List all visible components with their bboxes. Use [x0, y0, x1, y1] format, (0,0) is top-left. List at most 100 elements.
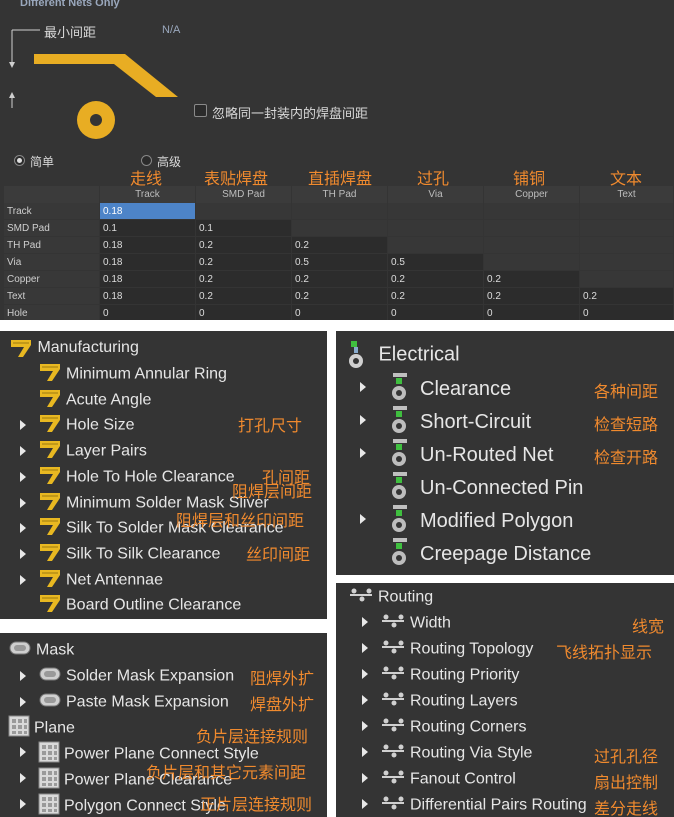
expand-arrow-icon[interactable] — [20, 420, 26, 431]
table-cell[interactable]: 0.1 — [100, 220, 195, 236]
column-header[interactable]: Via — [388, 186, 483, 203]
simple-mode-radio[interactable] — [14, 155, 25, 166]
expand-arrow-icon[interactable] — [362, 617, 368, 627]
expand-arrow-icon[interactable] — [362, 643, 368, 653]
routing-item[interactable]: Routing Corners — [362, 717, 527, 738]
table-cell[interactable]: 0 — [484, 305, 579, 321]
manufacturing-item[interactable]: Silk To Silk Clearance — [20, 541, 220, 568]
column-header[interactable]: TH Pad — [292, 186, 387, 203]
expand-arrow-icon[interactable] — [20, 446, 26, 457]
table-cell[interactable]: 0.18 — [100, 254, 195, 270]
rule-label: Modified Polygon — [420, 510, 574, 532]
expand-arrow-icon[interactable] — [360, 514, 366, 524]
electrical-item[interactable]: Modified Polygon — [360, 504, 574, 539]
mask-rule-icon — [8, 639, 32, 662]
annotation-note: 线宽 — [632, 617, 665, 636]
routing-header[interactable]: Routing — [348, 587, 433, 608]
column-header[interactable]: Copper — [484, 186, 579, 203]
table-cell[interactable]: 0.5 — [388, 254, 483, 270]
column-header[interactable]: Track — [100, 186, 195, 203]
plane-header[interactable]: Plane — [8, 715, 75, 742]
manufacturing-item[interactable]: Hole Size — [20, 412, 134, 439]
expand-arrow-icon[interactable] — [20, 497, 26, 508]
expand-arrow-icon[interactable] — [20, 747, 26, 757]
table-cell[interactable]: 0.18 — [100, 271, 195, 287]
expand-arrow-icon[interactable] — [362, 773, 368, 783]
mask-item[interactable]: Paste Mask Expansion — [20, 691, 229, 714]
expand-arrow-icon[interactable] — [20, 548, 26, 559]
expand-arrow-icon[interactable] — [360, 448, 366, 458]
manufacturing-item[interactable]: Layer Pairs — [20, 438, 147, 465]
table-cell[interactable]: 0.2 — [484, 288, 579, 304]
mask-header[interactable]: Mask — [8, 639, 74, 662]
table-cell[interactable]: 0.2 — [388, 271, 483, 287]
electrical-item[interactable]: Un-Connected Pin — [388, 471, 583, 506]
manufacturing-rule-icon — [38, 490, 62, 517]
expand-arrow-icon[interactable] — [20, 799, 26, 809]
table-cell[interactable]: 0 — [100, 305, 195, 321]
expand-arrow-icon[interactable] — [20, 697, 26, 707]
electrical-item[interactable]: Short-Circuit — [360, 405, 531, 440]
manufacturing-item[interactable]: Hole To Hole Clearance — [20, 464, 235, 491]
table-cell[interactable]: 0.2 — [196, 237, 291, 253]
electrical-rule-icon — [388, 438, 416, 473]
expand-arrow-icon[interactable] — [20, 773, 26, 783]
routing-item[interactable]: Routing Via Style — [362, 743, 532, 764]
column-header[interactable]: SMD Pad — [196, 186, 291, 203]
table-cell[interactable]: 0.2 — [196, 271, 291, 287]
electrical-item[interactable]: Clearance — [360, 372, 511, 407]
expand-arrow-icon[interactable] — [20, 671, 26, 681]
table-cell[interactable]: 0.2 — [292, 271, 387, 287]
routing-item[interactable]: Routing Topology — [362, 639, 534, 660]
expand-arrow-icon[interactable] — [362, 799, 368, 809]
manufacturing-item[interactable]: Net Antennae — [20, 567, 163, 594]
manufacturing-item[interactable]: Acute Angle — [38, 387, 151, 414]
table-cell[interactable]: 0.1 — [196, 220, 291, 236]
table-cell — [484, 254, 579, 270]
table-cell[interactable]: 0.2 — [196, 288, 291, 304]
table-cell[interactable]: 0.2 — [484, 271, 579, 287]
routing-item[interactable]: Width — [362, 613, 451, 634]
ignore-same-footprint-checkbox[interactable] — [194, 104, 207, 117]
table-cell[interactable]: 0.18 — [100, 288, 195, 304]
routing-item[interactable]: Routing Priority — [362, 665, 519, 686]
expand-arrow-icon[interactable] — [362, 695, 368, 705]
manufacturing-item[interactable]: Minimum Annular Ring — [38, 361, 227, 388]
table-cell[interactable]: 0 — [292, 305, 387, 321]
table-cell[interactable]: 0.2 — [292, 288, 387, 304]
electrical-item[interactable]: Un-Routed Net — [360, 438, 553, 473]
table-cell[interactable]: 0.18 — [100, 203, 195, 219]
manufacturing-header[interactable]: Manufacturing — [9, 337, 139, 359]
expand-arrow-icon[interactable] — [20, 523, 26, 534]
column-header[interactable]: Text — [580, 186, 673, 203]
table-cell[interactable]: 0.2 — [388, 288, 483, 304]
table-cell[interactable]: 0 — [196, 305, 291, 321]
table-cell[interactable]: 0.5 — [292, 254, 387, 270]
routing-item[interactable]: Fanout Control — [362, 769, 516, 790]
table-cell[interactable]: 0.18 — [100, 237, 195, 253]
rule-label: Routing Topology — [410, 640, 534, 658]
plane-item[interactable]: Polygon Connect Style — [20, 793, 226, 817]
expand-arrow-icon[interactable] — [360, 382, 366, 392]
table-cell[interactable]: 0 — [580, 305, 673, 321]
row-header: Text — [4, 288, 99, 304]
annotation-note: 差分走线 — [594, 799, 659, 817]
expand-arrow-icon[interactable] — [362, 747, 368, 757]
expand-arrow-icon[interactable] — [20, 574, 26, 585]
expand-arrow-icon[interactable] — [360, 415, 366, 425]
electrical-item[interactable]: Creepage Distance — [388, 537, 591, 572]
expand-arrow-icon[interactable] — [362, 669, 368, 679]
table-cell — [388, 203, 483, 219]
expand-arrow-icon[interactable] — [20, 471, 26, 482]
table-cell[interactable]: 0.2 — [580, 288, 673, 304]
expand-arrow-icon[interactable] — [362, 721, 368, 731]
manufacturing-item[interactable]: Board Outline Clearance — [38, 592, 241, 619]
routing-item[interactable]: Differential Pairs Routing — [362, 795, 587, 816]
table-cell[interactable]: 0 — [388, 305, 483, 321]
routing-item[interactable]: Routing Layers — [362, 691, 518, 712]
table-cell[interactable]: 0.2 — [196, 254, 291, 270]
mask-item[interactable]: Solder Mask Expansion — [20, 665, 234, 688]
plane-rule-icon — [8, 715, 30, 742]
electrical-header[interactable]: Electrical — [344, 339, 460, 371]
table-cell[interactable]: 0.2 — [292, 237, 387, 253]
